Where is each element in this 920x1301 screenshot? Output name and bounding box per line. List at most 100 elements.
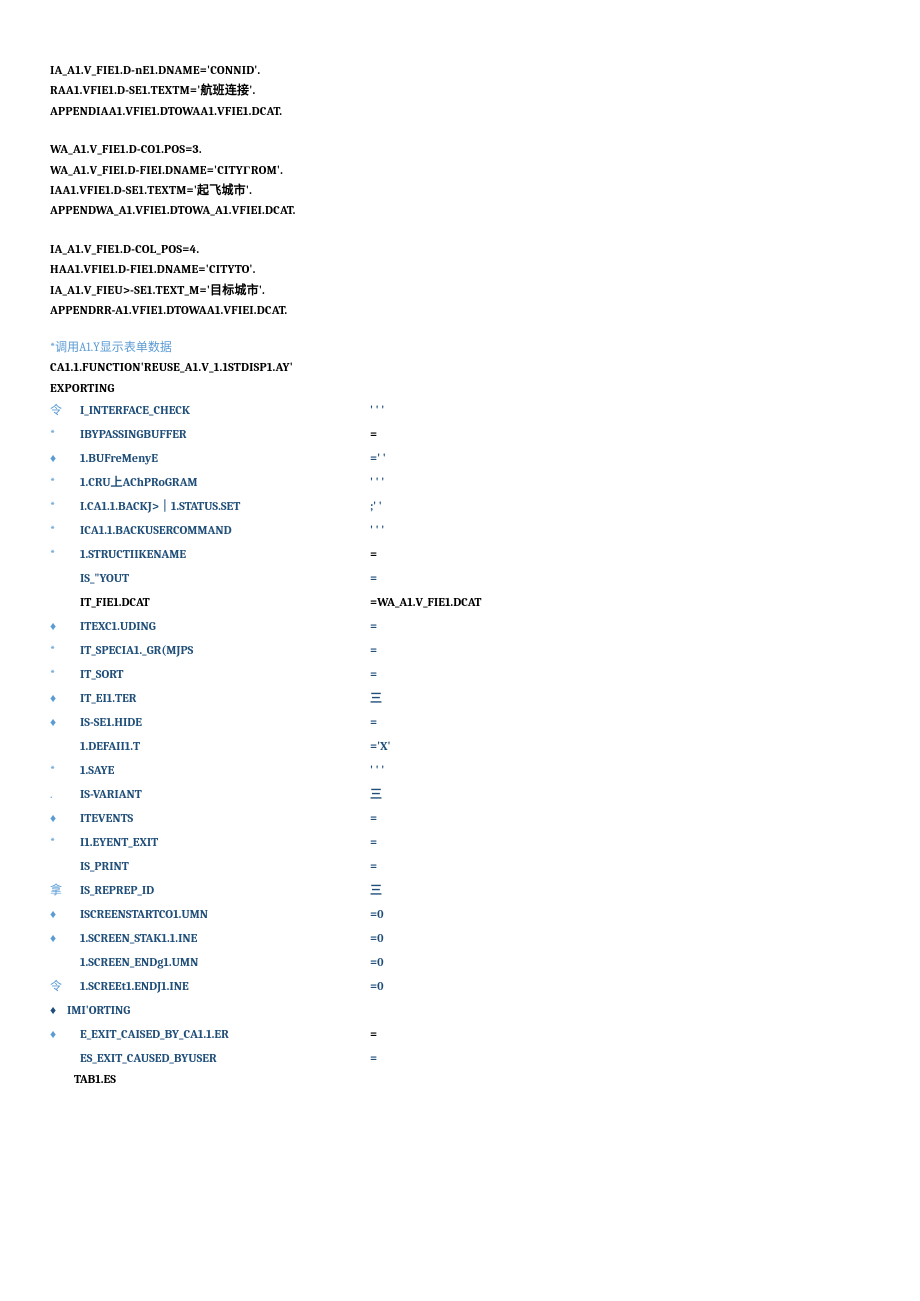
param-row: ♦IT_EI1.TER三 [50, 686, 870, 710]
param-row: IS_PRINT= [50, 854, 870, 878]
param-name: 1.CRU上AChPRoGRAM [80, 470, 370, 494]
code-line: IAA1.VFIE1.D-SE1.TEXTM='起飞城市'. [50, 180, 870, 200]
importing-heading: ♦ IMI'ORTING [50, 998, 870, 1022]
param-marker: * [50, 542, 80, 566]
code-line: IA_A1.V_FIEU>-SE1.TEXT_M='目标城市'. [50, 280, 870, 300]
param-value: = [370, 1022, 377, 1046]
param-value: = [370, 542, 377, 566]
param-marker: 令 [50, 398, 80, 422]
importing-label: IMI'ORTING [67, 998, 130, 1022]
tables-label: TAB1.ES [74, 1070, 870, 1089]
param-name: 1.STRUCTIIKENAME [80, 542, 370, 566]
param-value: =' ' [370, 446, 386, 470]
param-marker: ♦ [50, 902, 80, 926]
param-name: ES_EXIT_CAUSED_BYUSER [80, 1046, 370, 1070]
code-block-2: WA_A1.V_FIE1.D-CO1.POS=3. WA_A1.V_FIEI.D… [50, 139, 870, 221]
param-name: ISCREENSTARTCO1.UMN [80, 902, 370, 926]
param-row: ♦1.BUFreMenyE=' ' [50, 446, 870, 470]
param-value: = [370, 422, 377, 446]
code-block-3: IA_A1.V_FIE1.D-COL_POS=4. HAA1.VFIE1.D-F… [50, 239, 870, 321]
param-value: = [370, 854, 377, 878]
call-function: CA1.1.FUNCTION'REUSE_A1.V_1.1STDISP1.AY'… [50, 357, 870, 398]
param-marker: ♦ [50, 614, 80, 638]
param-name: IS_REPREP_ID [80, 878, 370, 902]
code-line: APPENDWA_A1.VFIE1.DTOWA_A1.VFIEI.DCAT. [50, 200, 870, 220]
param-name: ITEXC1.UDING [80, 614, 370, 638]
param-value: 三 [370, 686, 382, 710]
code-line: IA_A1.V_FIE1.D-nE1.DNAME='CONNID'. [50, 60, 870, 80]
code-block-1: IA_A1.V_FIE1.D-nE1.DNAME='CONNID'. RAA1.… [50, 60, 870, 121]
param-name: IT_SORT [80, 662, 370, 686]
param-value: = [370, 710, 377, 734]
param-value: = [370, 806, 377, 830]
param-name: 1.SCREEN_ENDg1.UMN [80, 950, 370, 974]
param-name: 1.SAYE [80, 758, 370, 782]
param-row: *1.STRUCTIIKENAME= [50, 542, 870, 566]
param-row: ♦E_EXIT_CAISED_BY_CA1.1.ER= [50, 1022, 870, 1046]
param-name: ICA1.1.BACKUSERCOMMAND [80, 518, 370, 542]
param-row: .IS-VARIANT三 [50, 782, 870, 806]
param-row: *IBYPASSINGBUFFER= [50, 422, 870, 446]
param-row: *IT_SORT= [50, 662, 870, 686]
param-name: IT_EI1.TER [80, 686, 370, 710]
param-name: I.CA1.1.BACKJ>｜1.STATUS.SET [80, 494, 370, 518]
param-marker: 令 [50, 974, 80, 998]
param-row: *1.CRU上AChPRoGRAM' ' ' [50, 470, 870, 494]
param-name: IS-SE1.HIDE [80, 710, 370, 734]
param-marker: ♦ [50, 710, 80, 734]
param-row: 令1.SCREEt1.ENDJ1.INE=0 [50, 974, 870, 998]
param-marker: ♦ [50, 926, 80, 950]
code-line: CA1.1.FUNCTION'REUSE_A1.V_1.1STDISP1.AY' [50, 357, 870, 377]
code-line: APPENDIAA1.VFIE1.DTOWAA1.VFIE1.DCAT. [50, 101, 870, 121]
param-value: =0 [370, 950, 384, 974]
param-value: 三 [370, 878, 382, 902]
param-value: =0 [370, 902, 384, 926]
param-value: ' ' ' [370, 518, 384, 542]
param-row: *1.SAYE' ' ' [50, 758, 870, 782]
param-value: = [370, 1046, 377, 1070]
param-marker: * [50, 422, 80, 446]
param-value: =0 [370, 926, 384, 950]
param-marker: 拿 [50, 878, 80, 902]
param-marker: ♦ [50, 446, 80, 470]
param-value: = [370, 566, 377, 590]
param-row: *I.CA1.1.BACKJ>｜1.STATUS.SET;' ' [50, 494, 870, 518]
param-marker: * [50, 638, 80, 662]
param-value: =0 [370, 974, 384, 998]
exporting-params: 令I_INTERFACE_CHECK' ' '*IBYPASSINGBUFFER… [50, 398, 870, 998]
param-value: =WA_A1.V_FIE1.DCAT [370, 590, 481, 614]
param-row: 拿IS_REPREP_ID三 [50, 878, 870, 902]
param-value: = [370, 638, 377, 662]
param-marker: * [50, 758, 80, 782]
param-name: IT_FIE1.DCAT [80, 590, 370, 614]
param-marker: * [50, 518, 80, 542]
code-line: WA_A1.V_FIE1.D-CO1.POS=3. [50, 139, 870, 159]
param-row: 1.DEFAII1.T='X' [50, 734, 870, 758]
param-row: ♦ITEVENTS= [50, 806, 870, 830]
param-row: ♦ISCREENSTARTCO1.UMN=0 [50, 902, 870, 926]
importing-params: ♦E_EXIT_CAISED_BY_CA1.1.ER=ES_EXIT_CAUSE… [50, 1022, 870, 1070]
param-name: 1.BUFreMenyE [80, 446, 370, 470]
param-value: ' ' ' [370, 470, 384, 494]
code-line: IA_A1.V_FIE1.D-COL_POS=4. [50, 239, 870, 259]
param-name: ITEVENTS [80, 806, 370, 830]
param-value: = [370, 662, 377, 686]
param-name: E_EXIT_CAISED_BY_CA1.1.ER [80, 1022, 370, 1046]
param-marker: * [50, 662, 80, 686]
param-name: IS_"YOUT [80, 566, 370, 590]
param-row: *ICA1.1.BACKUSERCOMMAND' ' ' [50, 518, 870, 542]
param-marker: * [50, 470, 80, 494]
param-name: IBYPASSINGBUFFER [80, 422, 370, 446]
param-value: = [370, 830, 377, 854]
comment-line: *调用A1.Y显示表单数据 [50, 338, 870, 357]
param-marker: * [50, 494, 80, 518]
param-row: 1.SCREEN_ENDg1.UMN=0 [50, 950, 870, 974]
param-row: ES_EXIT_CAUSED_BYUSER= [50, 1046, 870, 1070]
param-name: I1.EYENT_EXIT [80, 830, 370, 854]
param-row: *IT_SPECIA1._GR(MJPS= [50, 638, 870, 662]
param-marker: ♦ [50, 806, 80, 830]
param-row: IT_FIE1.DCAT=WA_A1.V_FIE1.DCAT [50, 590, 870, 614]
param-name: I_INTERFACE_CHECK [80, 398, 370, 422]
param-marker: * [50, 830, 80, 854]
param-value: ' ' ' [370, 758, 384, 782]
